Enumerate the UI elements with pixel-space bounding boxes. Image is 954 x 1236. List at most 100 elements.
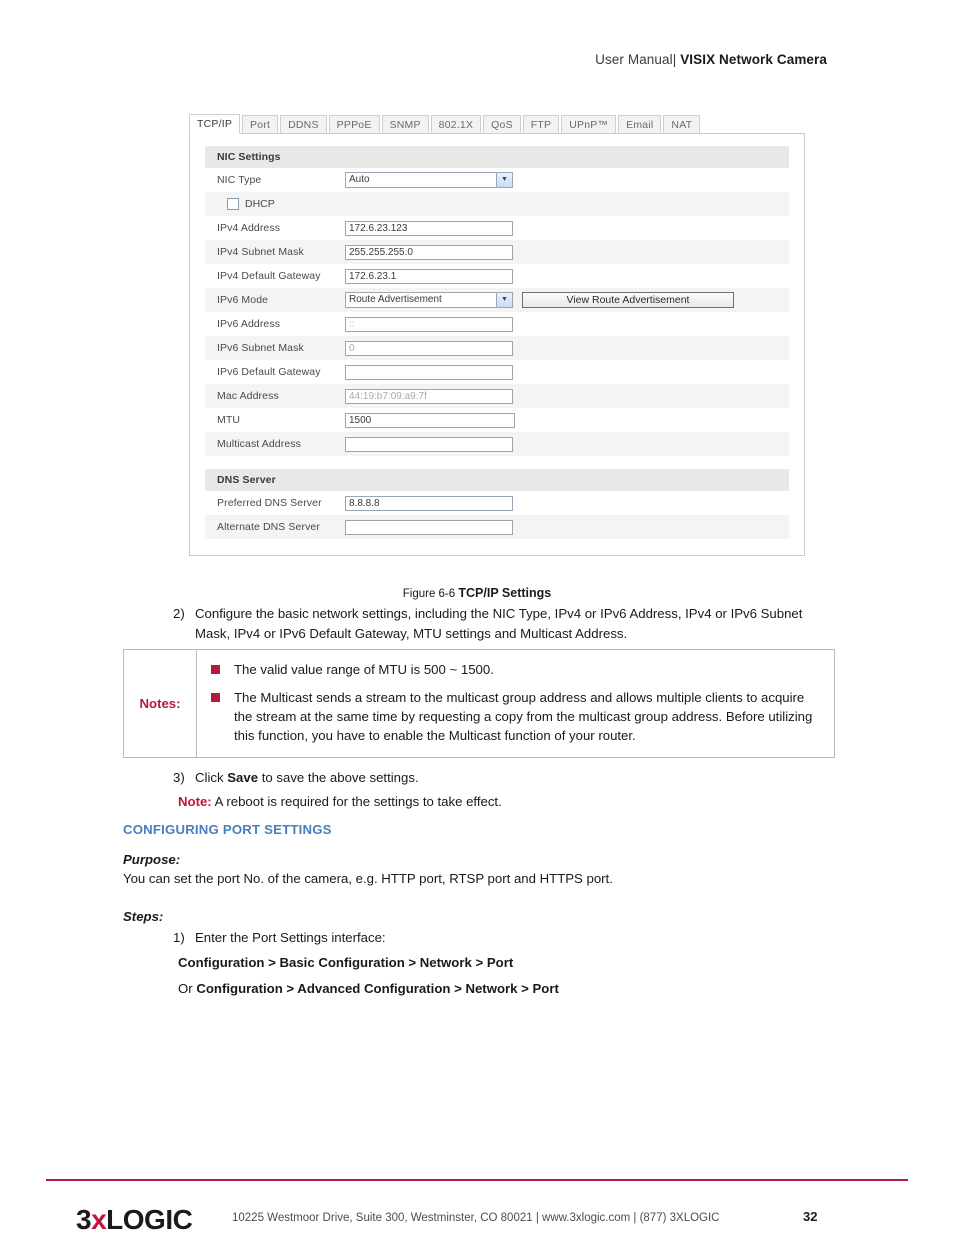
square-bullet-icon: [211, 693, 220, 702]
step-3-pre: Click: [195, 770, 228, 785]
figure-title: TCP/IP Settings: [458, 586, 552, 600]
tab-ftp[interactable]: FTP: [522, 115, 560, 134]
page-header-title: VISIX Network Camera: [680, 52, 827, 67]
ipv6-address-label: IPv6 Address: [217, 318, 281, 330]
notes-label: Notes:: [124, 650, 197, 757]
tab-email[interactable]: Email: [618, 115, 662, 134]
notes-box: Notes: The valid value range of MTU is 5…: [123, 649, 835, 758]
nic-type-label: NIC Type: [217, 174, 262, 186]
row-ipv6-mode: IPv6 Mode Route Advertisement ▼ View Rou…: [205, 288, 789, 312]
tab-nat[interactable]: NAT: [663, 115, 701, 134]
ipv6-mode-value: Route Advertisement: [349, 294, 442, 305]
ipv4-default-gateway-input[interactable]: 172.6.23.1: [345, 268, 513, 284]
preferred-dns-label: Preferred DNS Server: [217, 497, 322, 509]
row-ipv6-default-gateway: IPv6 Default Gateway: [205, 360, 789, 384]
page-header-prefix: User Manual|: [595, 52, 681, 67]
ipv4-subnet-mask-label: IPv4 Subnet Mask: [217, 246, 304, 258]
ipv6-mode-select[interactable]: Route Advertisement ▼: [345, 292, 513, 308]
note-text: The Multicast sends a stream to the mult…: [234, 690, 813, 743]
step-3: 3) Click Save to save the above settings…: [160, 768, 820, 788]
navigation-path-basic: Configuration > Basic Configuration > Ne…: [178, 955, 514, 970]
row-ipv4-subnet-mask: IPv4 Subnet Mask 255.255.255.0: [205, 240, 789, 264]
tab-8021x[interactable]: 802.1X: [430, 115, 482, 134]
row-dhcp: DHCP: [205, 192, 789, 216]
page-number: 32: [803, 1209, 818, 1224]
row-mtu: MTU 1500: [205, 408, 789, 432]
reboot-note: Note: A reboot is required for the setti…: [178, 794, 502, 809]
step-2-number: 2): [173, 606, 185, 621]
path-advanced-text: Configuration > Advanced Configuration >…: [196, 981, 559, 996]
steps-label: Steps:: [123, 909, 164, 924]
footer-divider: [46, 1179, 908, 1181]
preferred-dns-input[interactable]: 8.8.8.8: [345, 495, 513, 511]
nic-type-select[interactable]: Auto ▼: [345, 172, 513, 188]
step-3-save-keyword: Save: [227, 770, 259, 785]
footer-contact-text: 10225 Westmoor Drive, Suite 300, Westmin…: [232, 1212, 720, 1224]
row-alternate-dns: Alternate DNS Server: [205, 515, 789, 539]
logo-3: 3: [76, 1204, 92, 1235]
tab-upnp[interactable]: UPnP™: [561, 115, 617, 134]
multicast-address-label: Multicast Address: [217, 438, 301, 450]
purpose-text: You can set the port No. of the camera, …: [123, 871, 613, 886]
tab-snmp[interactable]: SNMP: [381, 115, 429, 134]
view-route-advertisement-button[interactable]: View Route Advertisement: [522, 292, 734, 308]
alternate-dns-label: Alternate DNS Server: [217, 521, 320, 533]
nic-type-value: Auto: [349, 174, 370, 185]
note-item: The valid value range of MTU is 500 ~ 15…: [211, 660, 816, 679]
mac-address-input: 44:19:b7:09:a9:7f: [345, 388, 513, 404]
tcpip-settings-figure: TCP/IP Port DDNS PPPoE SNMP 802.1X QoS F…: [189, 112, 805, 556]
row-ipv4-default-gateway: IPv4 Default Gateway 172.6.23.1: [205, 264, 789, 288]
tab-qos[interactable]: QoS: [483, 115, 521, 134]
row-preferred-dns: Preferred DNS Server 8.8.8.8: [205, 491, 789, 515]
step-3-number: 3): [173, 770, 185, 785]
tab-tcpip[interactable]: TCP/IP: [189, 114, 241, 134]
note-item: The Multicast sends a stream to the mult…: [211, 688, 816, 745]
square-bullet-icon: [211, 665, 220, 674]
ipv6-subnet-mask-label: IPv6 Subnet Mask: [217, 342, 304, 354]
note-label: Note:: [178, 794, 212, 809]
note-text: The valid value range of MTU is 500 ~ 15…: [234, 662, 494, 677]
logo-x: x: [91, 1204, 107, 1235]
ipv6-mode-label: IPv6 Mode: [217, 294, 269, 306]
mtu-label: MTU: [217, 414, 241, 426]
step-1: 1) Enter the Port Settings interface:: [160, 928, 820, 948]
step-1-number: 1): [173, 930, 185, 945]
row-nic-type: NIC Type Auto ▼: [205, 168, 789, 192]
purpose-label: Purpose:: [123, 852, 181, 867]
figure-caption: Figure 6-6 TCP/IP Settings: [0, 586, 954, 600]
alternate-dns-input[interactable]: [345, 519, 513, 535]
notes-content: The valid value range of MTU is 500 ~ 15…: [197, 650, 834, 757]
ipv6-address-input[interactable]: ::: [345, 316, 513, 332]
figure-number: Figure 6-6: [402, 588, 459, 600]
tab-ddns[interactable]: DDNS: [280, 115, 327, 134]
ipv4-address-input[interactable]: 172.6.23.123: [345, 220, 513, 236]
tab-pppoe[interactable]: PPPoE: [328, 115, 380, 134]
dhcp-label: DHCP: [245, 198, 275, 210]
mtu-input[interactable]: 1500: [345, 412, 515, 428]
step-1-text: Enter the Port Settings interface:: [195, 930, 386, 945]
path-or-prefix: Or: [178, 981, 197, 996]
section-heading-configuring-port-settings: CONFIGURING PORT SETTINGS: [123, 822, 332, 837]
ipv6-subnet-mask-input[interactable]: 0: [345, 340, 513, 356]
page-header: User Manual| VISIX Network Camera: [595, 52, 827, 67]
mac-address-label: Mac Address: [217, 390, 279, 402]
row-ipv4-address: IPv4 Address 172.6.23.123: [205, 216, 789, 240]
settings-tab-bar: TCP/IP Port DDNS PPPoE SNMP 802.1X QoS F…: [189, 112, 805, 134]
tcpip-settings-panel: NIC Settings NIC Type Auto ▼ DHCP IPv4 A…: [189, 133, 805, 556]
ipv6-default-gateway-input[interactable]: [345, 364, 513, 380]
dns-server-header: DNS Server: [205, 469, 789, 491]
nic-settings-header: NIC Settings: [205, 146, 789, 168]
step-2: 2) Configure the basic network settings,…: [160, 604, 820, 643]
multicast-address-input[interactable]: [345, 436, 513, 452]
row-ipv6-address: IPv6 Address ::: [205, 312, 789, 336]
row-mac-address: Mac Address 44:19:b7:09:a9:7f: [205, 384, 789, 408]
tab-port[interactable]: Port: [242, 115, 279, 134]
row-ipv6-subnet-mask: IPv6 Subnet Mask 0: [205, 336, 789, 360]
ipv4-address-label: IPv4 Address: [217, 222, 281, 234]
step-3-post: to save the above settings.: [258, 770, 419, 785]
ipv4-default-gateway-label: IPv4 Default Gateway: [217, 270, 321, 282]
chevron-down-icon: ▼: [496, 173, 512, 187]
ipv4-subnet-mask-input[interactable]: 255.255.255.0: [345, 244, 513, 260]
dhcp-checkbox[interactable]: [227, 198, 239, 210]
